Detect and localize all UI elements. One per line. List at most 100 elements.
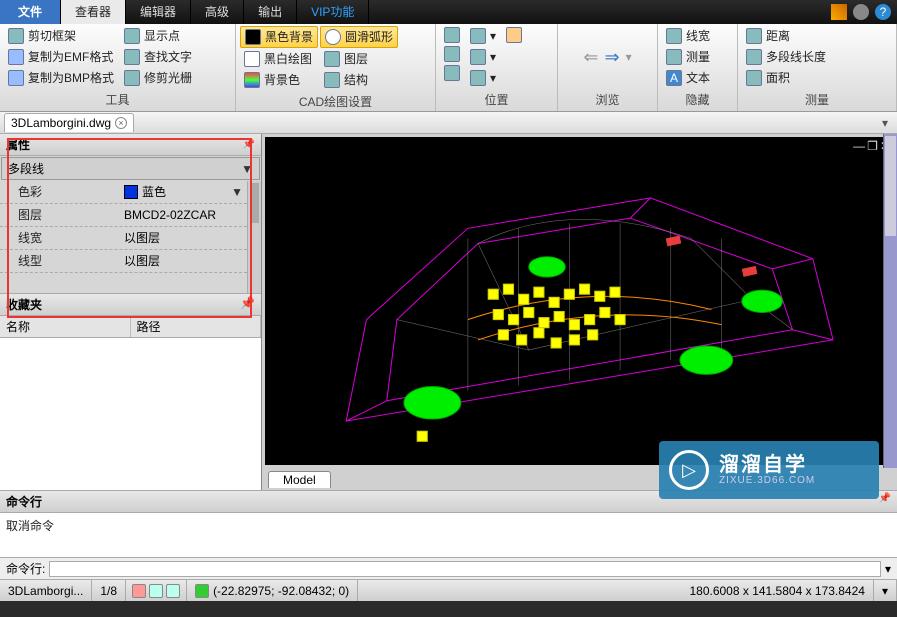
viewport-scrollbar[interactable] (883, 134, 897, 468)
find-icon (124, 49, 140, 65)
pin-icon[interactable]: 📌 (879, 493, 891, 510)
pin-icon[interactable]: 📌 (240, 296, 255, 313)
btn-pos-2[interactable]: ▾ (466, 26, 500, 46)
tabstrip-dropdown-icon[interactable]: ▾ (877, 116, 893, 130)
document-name: 3DLamborgini.dwg (11, 116, 111, 130)
btn-structure[interactable]: 结构 (320, 70, 398, 90)
snap-icon[interactable] (132, 584, 146, 598)
entity-type-combo[interactable]: 多段线▼ (1, 157, 260, 180)
ucs-icon[interactable] (195, 584, 209, 598)
btn-black-bg[interactable]: 黑色背景 (240, 26, 318, 48)
btn-pos-4[interactable]: ▾ (466, 47, 500, 67)
command-input-row: 命令行: ▾ (0, 557, 897, 579)
tab-editor[interactable]: 编辑器 (126, 0, 191, 24)
group-label-hide: 隐藏 (658, 90, 737, 111)
btn-distance[interactable]: 距离 (742, 26, 830, 46)
distance-icon (746, 28, 762, 44)
btn-linewidth[interactable]: 线宽 (662, 26, 714, 46)
measure-icon (666, 49, 682, 65)
favorites-list[interactable] (0, 338, 261, 490)
zoomfit-icon (444, 27, 460, 43)
layers-icon (324, 51, 340, 67)
tab-output[interactable]: 输出 (244, 0, 297, 24)
btn-text-hide[interactable]: A文本 (662, 68, 714, 88)
favorites-header[interactable]: 收藏夹📌 (0, 293, 261, 316)
btn-pos-3[interactable] (440, 45, 464, 63)
btn-area[interactable]: 面积 (742, 68, 830, 88)
prop-row-color[interactable]: 色彩 蓝色▼ (0, 181, 247, 204)
command-prompt-label: 命令行: (6, 560, 45, 577)
btn-pan[interactable] (502, 26, 526, 44)
tab-advanced[interactable]: 高级 (191, 0, 244, 24)
btn-bg-color[interactable]: 背景色 (240, 70, 318, 90)
btn-trim-raster[interactable]: 修剪光栅 (120, 68, 196, 88)
pin-icon[interactable]: 📌 (243, 139, 255, 150)
group-label-browse: 浏览 (558, 90, 657, 111)
points-icon (124, 28, 140, 44)
btn-pos-1[interactable] (440, 26, 464, 44)
emf-icon (8, 49, 24, 65)
polylen-icon (746, 49, 762, 65)
btn-measure-hide[interactable]: 测量 (662, 47, 714, 67)
status-bar: 3DLamborgi... 1/8 (-22.82975; -92.08432;… (0, 579, 897, 601)
viewport-3d[interactable]: — ❐ ✕ (265, 137, 894, 465)
watermark: ▷ 溜溜自学 ZIXUE.3D66.COM (659, 441, 879, 499)
document-tab[interactable]: 3DLamborgini.dwg × (4, 113, 134, 132)
tab-file[interactable]: 文件 (0, 0, 61, 24)
col-path[interactable]: 路径 (131, 316, 262, 337)
help-icon[interactable]: ? (875, 4, 891, 20)
status-dimensions: 180.6008 x 141.5804 x 173.8424 (681, 580, 874, 601)
bgcolor-icon (244, 72, 260, 88)
scrollbar[interactable] (247, 181, 261, 293)
linewidth-icon (666, 28, 682, 44)
prop-row-linewidth[interactable]: 线宽以图层 (0, 227, 247, 250)
status-scale[interactable]: 1/8 (92, 580, 126, 601)
group-label-position: 位置 (436, 90, 557, 111)
btn-copy-bmp[interactable]: 复制为BMP格式 (4, 68, 118, 88)
arc-icon (325, 29, 341, 45)
tab-viewer[interactable]: 查看器 (61, 0, 126, 24)
command-input[interactable] (49, 561, 881, 577)
btn-show-points[interactable]: 显示点 (120, 26, 196, 46)
btn-smooth-arc[interactable]: 圆滑弧形 (320, 26, 398, 48)
titlebar: 文件 查看器 编辑器 高级 输出 VIP功能 ? (0, 0, 897, 24)
group-label-cad: CAD绘图设置 (236, 92, 435, 113)
chevron-down-icon[interactable]: ▾ (885, 562, 891, 576)
btn-layers[interactable]: 图层 (320, 49, 398, 69)
zoomin-icon (470, 28, 486, 44)
btn-clip-frame[interactable]: 剪切框架 (4, 26, 118, 46)
settings-icon[interactable] (853, 4, 869, 20)
zoomsel-icon (470, 70, 486, 86)
model-tab[interactable]: Model (268, 471, 331, 488)
ribbon: 剪切框架 复制为EMF格式 复制为BMP格式 显示点 查找文字 修剪光栅 工具 … (0, 24, 897, 112)
properties-header[interactable]: 属性📌 (0, 134, 261, 156)
btn-pos-5[interactable] (440, 64, 464, 82)
btn-polyline-length[interactable]: 多段线长度 (742, 47, 830, 67)
grid-icon[interactable] (149, 584, 163, 598)
text-icon: A (666, 70, 682, 86)
prev-icon[interactable]: ⇐ (583, 47, 598, 68)
btn-bw-draw[interactable]: 黑白绘图 (240, 49, 318, 69)
hand-icon (506, 27, 522, 43)
tab-vip[interactable]: VIP功能 (297, 0, 369, 24)
command-history: 取消命令 ▷ 溜溜自学 ZIXUE.3D66.COM (0, 513, 897, 557)
zoomwin-icon (444, 46, 460, 62)
zoomout-icon (470, 49, 486, 65)
btn-pos-6[interactable]: ▾ (466, 68, 500, 88)
blackbg-icon (245, 29, 261, 45)
pencil-icon[interactable] (831, 4, 847, 20)
play-icon: ▷ (669, 450, 709, 490)
area-icon (746, 70, 762, 86)
prop-row-linetype[interactable]: 线型以图层 (0, 250, 247, 273)
btn-copy-emf[interactable]: 复制为EMF格式 (4, 47, 118, 67)
trim-icon (124, 70, 140, 86)
next-icon[interactable]: ⇒ (604, 47, 619, 68)
status-dropdown-icon[interactable]: ▾ (874, 580, 897, 601)
ortho-icon[interactable] (166, 584, 180, 598)
chevron-down-icon[interactable]: ▼ (231, 181, 243, 203)
col-name[interactable]: 名称 (0, 316, 131, 337)
group-label-measure: 测量 (738, 90, 896, 111)
close-tab-icon[interactable]: × (115, 117, 127, 129)
prop-row-layer[interactable]: 图层BMCD2-02ZCAR (0, 204, 247, 227)
btn-find-text[interactable]: 查找文字 (120, 47, 196, 67)
